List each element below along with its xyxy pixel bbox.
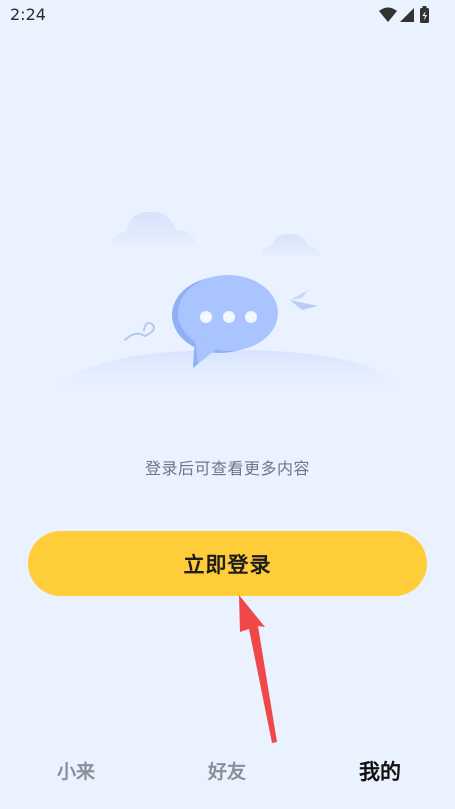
empty-state-hint: 登录后可查看更多内容 (144, 459, 310, 478)
bottom-tab-bar: 小来 好友 我的 (0, 745, 455, 809)
tab-xiaolai[interactable]: 小来 (26, 757, 126, 784)
chat-bubble-illustration (50, 211, 410, 400)
red-arrow-annotation (239, 595, 277, 743)
status-bar: 2:24 (0, 0, 455, 30)
ground-hill (50, 350, 410, 400)
tab-mine[interactable]: 我的 (330, 756, 430, 786)
cellular-signal-icon (400, 8, 414, 22)
login-button[interactable]: 立即登录 (28, 531, 427, 596)
sparkle-triangles (290, 290, 318, 310)
wifi-icon (379, 7, 397, 22)
cloud-right (262, 233, 320, 256)
status-time: 2:24 (10, 5, 46, 24)
ellipsis-dots (200, 311, 257, 323)
tab-friends[interactable]: 好友 (177, 757, 277, 784)
battery-charging-icon (420, 6, 429, 23)
doodle-squiggle (124, 321, 155, 341)
cloud-left (112, 211, 195, 245)
status-icons (379, 6, 429, 23)
